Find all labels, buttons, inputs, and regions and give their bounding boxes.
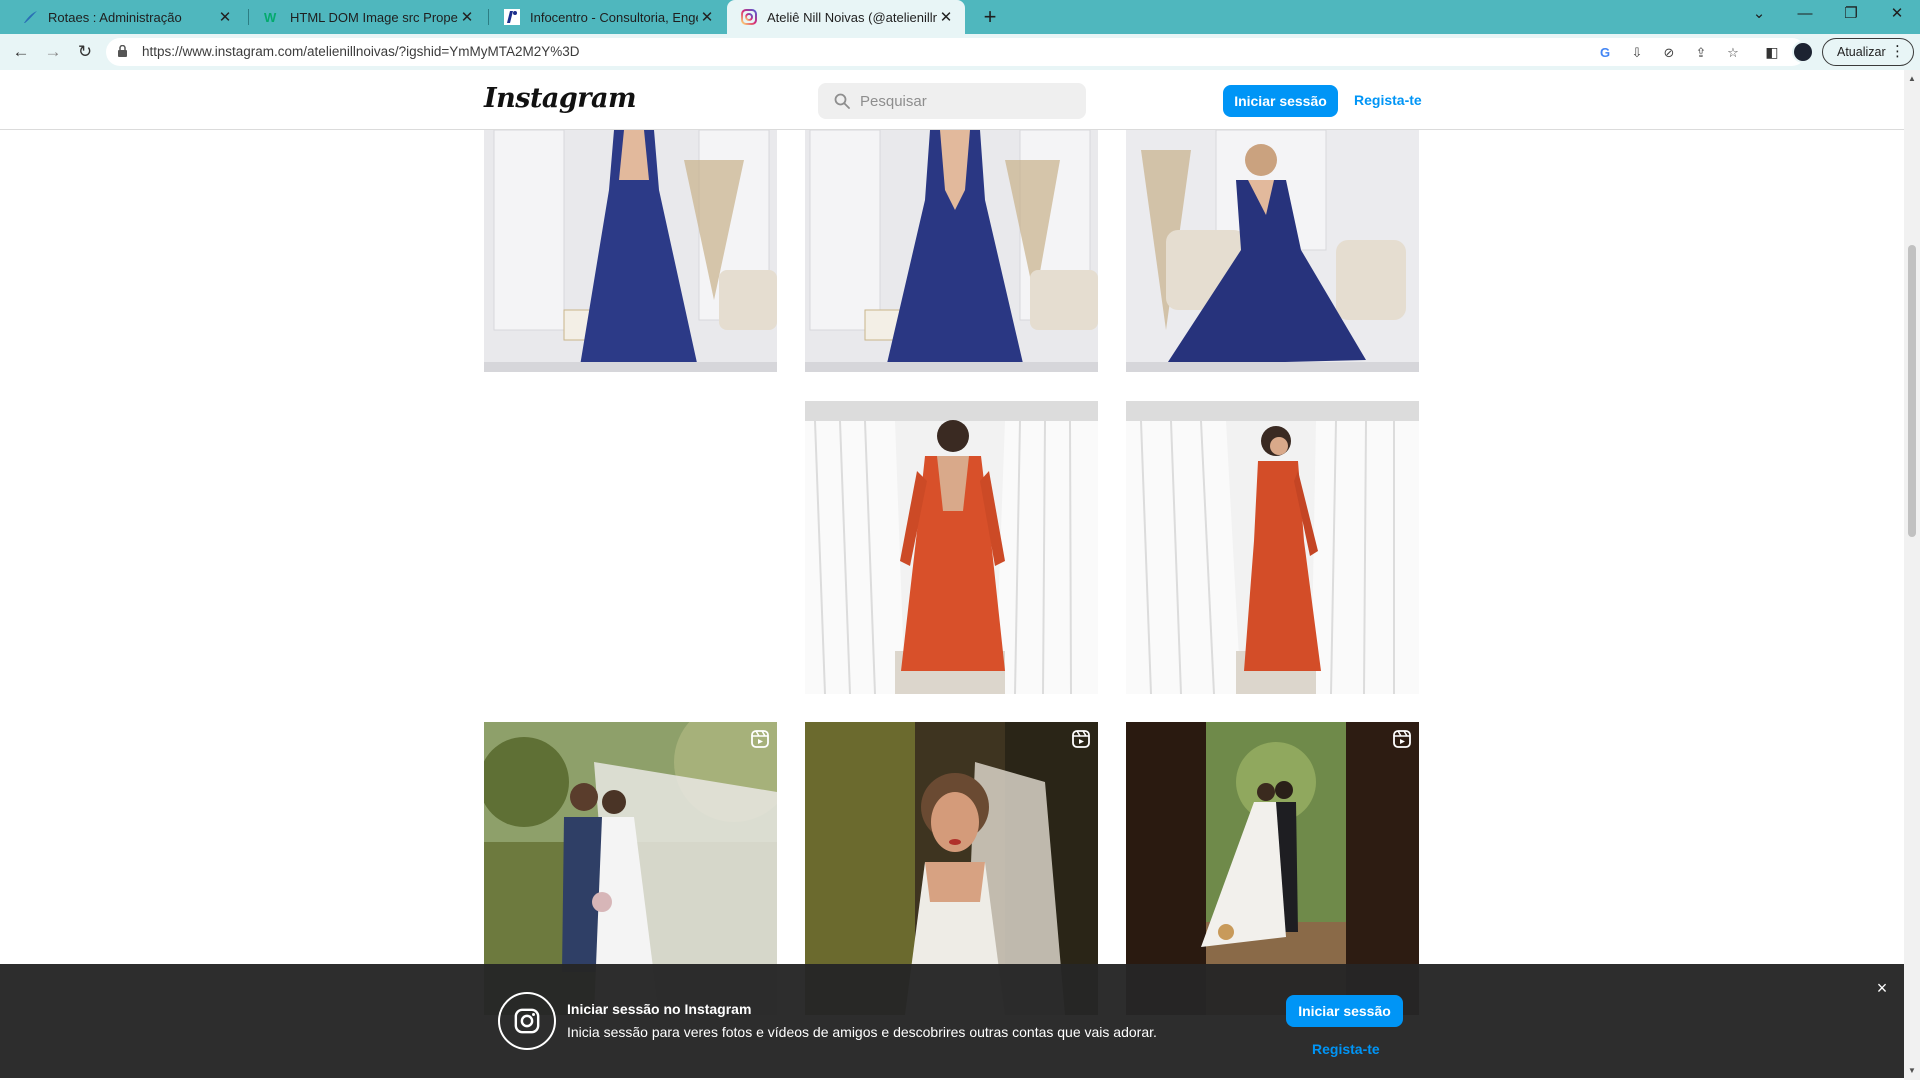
banner-signup-link[interactable]: Regista-te xyxy=(1312,1041,1380,1057)
minimize-icon[interactable]: — xyxy=(1782,0,1828,30)
login-banner: Iniciar sessão no Instagram Inicia sessã… xyxy=(0,964,1904,1078)
share-icon[interactable]: ⇪ xyxy=(1692,44,1710,62)
new-tab-button[interactable]: + xyxy=(976,4,1004,30)
banner-title: Iniciar sessão no Instagram xyxy=(567,1001,752,1017)
search-icon xyxy=(834,93,850,109)
url-text: https://www.instagram.com/atelienillnoiv… xyxy=(142,44,580,59)
tab-title: Infocentro - Consultoria, Engenh xyxy=(530,9,698,25)
tab-infocentro[interactable]: Infocentro - Consultoria, Engenh ✕ xyxy=(490,0,726,34)
reel-icon xyxy=(1072,730,1090,748)
eye-off-icon[interactable]: ⊘ xyxy=(1660,44,1678,62)
reel-icon xyxy=(1393,730,1411,748)
scroll-up-arrow-icon[interactable]: ▲ xyxy=(1907,74,1917,84)
post-tile[interactable] xyxy=(1126,130,1419,372)
tab-title: Ateliê Nill Noivas (@atelienillnoiv xyxy=(767,9,937,25)
install-app-icon[interactable]: ⇩ xyxy=(1628,44,1646,62)
instagram-favicon-icon xyxy=(741,9,757,25)
chevron-down-icon[interactable]: ⌄ xyxy=(1736,0,1782,30)
scrollbar-thumb[interactable] xyxy=(1908,245,1916,537)
post-tile[interactable] xyxy=(1126,401,1419,694)
banner-login-button[interactable]: Iniciar sessão xyxy=(1286,995,1403,1027)
restore-icon[interactable]: ❐ xyxy=(1828,0,1874,30)
close-tab-icon[interactable]: ✕ xyxy=(937,8,955,26)
tab-instagram-active[interactable]: Ateliê Nill Noivas (@atelienillnoiv ✕ xyxy=(727,0,965,34)
instagram-page: Instagram Iniciar sessão Regista-te xyxy=(0,70,1904,1080)
w3schools-favicon-icon: W xyxy=(264,10,277,25)
address-bar[interactable]: https://www.instagram.com/atelienillnoiv… xyxy=(106,38,1806,66)
post-tile[interactable] xyxy=(805,130,1098,372)
photo-blue-gown-back xyxy=(805,130,1098,372)
profile-avatar[interactable] xyxy=(1792,41,1814,63)
svg-text:W: W xyxy=(264,10,277,25)
instagram-logo-icon xyxy=(498,992,556,1050)
tab-w3schools[interactable]: W HTML DOM Image src Property ✕ xyxy=(250,0,486,34)
star-icon[interactable]: ☆ xyxy=(1724,44,1742,62)
infocentro-favicon-icon xyxy=(504,9,520,25)
back-arrow-icon[interactable]: ← xyxy=(8,39,34,65)
scroll-down-arrow-icon[interactable]: ▼ xyxy=(1907,1066,1917,1076)
tab-title: Rotaes : Administração xyxy=(48,9,182,25)
tab-divider xyxy=(248,9,249,25)
search-input[interactable] xyxy=(860,83,1080,119)
photo-blue-gown-seated xyxy=(1126,130,1419,372)
feather-favicon-icon xyxy=(24,11,37,23)
login-button[interactable]: Iniciar sessão xyxy=(1223,85,1338,117)
side-panel-icon[interactable]: ◧ xyxy=(1759,39,1785,65)
post-tile[interactable] xyxy=(805,401,1098,694)
photo-blue-gown-front xyxy=(484,130,777,372)
search-box[interactable] xyxy=(818,83,1086,119)
instagram-header: Instagram Iniciar sessão Regista-te xyxy=(0,70,1904,130)
browser-toolbar: ← → ↻ https://www.instagram.com/atelieni… xyxy=(0,34,1920,70)
banner-close-icon[interactable]: × xyxy=(1872,978,1892,999)
browser-tab-strip: Rotaes : Administração ✕ W HTML DOM Imag… xyxy=(0,0,1920,34)
signup-link[interactable]: Regista-te xyxy=(1354,92,1422,108)
tab-rotaes[interactable]: Rotaes : Administração ✕ xyxy=(8,0,244,34)
forward-arrow-icon[interactable]: → xyxy=(40,39,66,65)
tab-divider xyxy=(488,9,489,25)
close-tab-icon[interactable]: ✕ xyxy=(458,8,476,26)
update-label: Atualizar xyxy=(1837,45,1886,59)
lock-icon xyxy=(118,45,127,57)
close-window-icon[interactable]: ✕ xyxy=(1874,0,1920,30)
google-icon[interactable]: G xyxy=(1596,44,1614,62)
more-menu-icon[interactable]: ⋮ xyxy=(1890,42,1905,60)
reel-icon xyxy=(751,730,769,748)
update-button[interactable]: Atualizar ⋮ xyxy=(1822,38,1914,66)
page-scrollbar[interactable]: ▲ ▼ xyxy=(1904,70,1920,1080)
banner-description: Inicia sessão para veres fotos e vídeos … xyxy=(567,1024,1157,1040)
close-tab-icon[interactable]: ✕ xyxy=(698,8,716,26)
close-tab-icon[interactable]: ✕ xyxy=(216,8,234,26)
photo-orange-gown-side xyxy=(1126,401,1419,694)
instagram-logo[interactable]: Instagram xyxy=(484,83,637,114)
reload-icon[interactable]: ↻ xyxy=(72,39,98,65)
photo-orange-gown-back xyxy=(805,401,1098,694)
post-tile[interactable] xyxy=(484,130,777,372)
tab-title: HTML DOM Image src Property xyxy=(290,9,458,25)
